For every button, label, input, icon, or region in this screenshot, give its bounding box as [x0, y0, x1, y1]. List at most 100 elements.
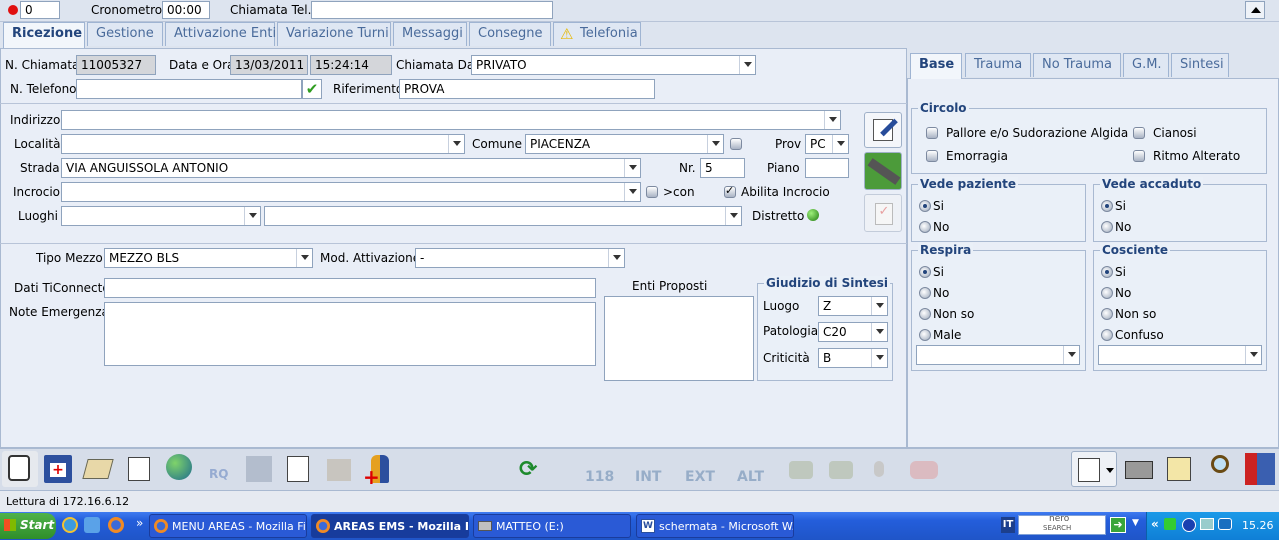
respira-nonso-radio[interactable]: [919, 308, 931, 320]
tipo-mezzo-select[interactable]: MEZZO BLS: [104, 248, 313, 268]
rq-button[interactable]: RQ: [201, 451, 237, 487]
tab-variazione-turni[interactable]: Variazione Turni: [277, 22, 391, 46]
chevron-down-icon[interactable]: [871, 323, 887, 341]
chevron-down-icon[interactable]: [871, 297, 887, 315]
tab-trauma[interactable]: Trauma: [965, 53, 1031, 77]
indirizzo-select[interactable]: [61, 110, 841, 130]
chevron-down-icon[interactable]: [1063, 346, 1079, 364]
write-report-button[interactable]: [1161, 451, 1197, 487]
document-search-button[interactable]: [281, 451, 317, 487]
cronometro-field[interactable]: 00:00: [162, 1, 210, 19]
luogo-select[interactable]: Z: [818, 296, 888, 316]
quicklaunch-more-icon[interactable]: »: [136, 516, 143, 530]
emorragia-checkbox[interactable]: [926, 150, 938, 162]
chevron-down-icon[interactable]: [832, 135, 848, 153]
comune-checkbox[interactable]: [730, 138, 742, 150]
language-indicator[interactable]: IT: [1001, 517, 1015, 533]
abilita-incrocio-checkbox[interactable]: [724, 184, 736, 198]
contacts-disabled-button[interactable]: [321, 451, 357, 487]
print-options-button[interactable]: [1071, 451, 1117, 487]
collapse-up-button[interactable]: [1245, 1, 1265, 19]
piano-field[interactable]: [805, 158, 849, 178]
refresh-button[interactable]: ⟳: [511, 451, 547, 487]
vede-paziente-no-radio[interactable]: [919, 221, 931, 233]
go-arrow-button[interactable]: ➜: [1110, 517, 1126, 533]
n-telefono-field[interactable]: [76, 79, 302, 99]
mod-attivazione-select[interactable]: -: [415, 248, 625, 268]
verify-check-icon[interactable]: ✔: [302, 79, 322, 99]
note-emergenza-textarea[interactable]: [104, 302, 596, 366]
tab-base[interactable]: Base: [910, 53, 962, 79]
incrocio-select[interactable]: [61, 182, 641, 202]
tray-monitor-icon[interactable]: [1200, 518, 1214, 530]
call-ext-button[interactable]: EXT: [681, 451, 717, 487]
edit-note-button[interactable]: [121, 451, 157, 487]
cosciente-select[interactable]: [1098, 345, 1262, 365]
counter-field[interactable]: 0: [20, 1, 60, 19]
tab-telefonia[interactable]: ⚠ Telefonia: [553, 22, 641, 46]
archive-button[interactable]: [80, 451, 116, 487]
phone-out-button[interactable]: [783, 451, 819, 487]
cosciente-si-radio[interactable]: [1101, 266, 1113, 278]
call-118-button[interactable]: 118: [581, 451, 617, 487]
tray-network-icon[interactable]: [1182, 518, 1196, 532]
pallore-checkbox[interactable]: [926, 127, 938, 139]
globe-button[interactable]: [161, 451, 197, 487]
operator-button[interactable]: [2, 451, 38, 487]
map-road-button[interactable]: [864, 152, 902, 190]
tab-messaggi[interactable]: Messaggi: [393, 22, 467, 46]
cosciente-nonso-radio[interactable]: [1101, 308, 1113, 320]
chevron-down-icon[interactable]: [608, 249, 624, 267]
chevron-down-icon[interactable]: [707, 135, 723, 153]
chiamata-tel-field[interactable]: [311, 1, 553, 19]
vede-accaduto-si-radio[interactable]: [1101, 200, 1113, 212]
call-alt-button[interactable]: ALT: [733, 451, 769, 487]
luoghi-select[interactable]: [61, 206, 261, 226]
nr-field[interactable]: 5: [700, 158, 745, 178]
chevron-down-icon[interactable]: [725, 207, 741, 225]
save-disabled-button[interactable]: [241, 451, 277, 487]
localita-select[interactable]: [61, 134, 465, 154]
printer-button[interactable]: [1121, 451, 1157, 487]
confirm-disabled-button[interactable]: ✓: [864, 194, 902, 232]
chevron-down-icon[interactable]: [824, 111, 840, 129]
tray-volume-icon[interactable]: [1218, 518, 1232, 530]
con-checkbox[interactable]: [646, 186, 658, 198]
tab-gm[interactable]: G.M.: [1123, 53, 1169, 77]
tab-attivazione-enti[interactable]: Attivazione Enti: [165, 22, 276, 46]
criticita-select[interactable]: B: [818, 348, 888, 368]
chevron-down-icon[interactable]: [448, 135, 464, 153]
strada-select[interactable]: VIA ANGUISSOLA ANTONIO: [61, 158, 641, 178]
cosciente-no-radio[interactable]: [1101, 287, 1113, 299]
tab-no-trauma[interactable]: No Trauma: [1033, 53, 1121, 77]
chevron-down-icon[interactable]: [296, 249, 312, 267]
phone-transfer-button[interactable]: [823, 451, 859, 487]
riferimento-field[interactable]: PROVA: [399, 79, 655, 99]
ie-icon[interactable]: [62, 517, 78, 533]
tab-gestione[interactable]: Gestione: [87, 22, 163, 46]
ritmo-alterato-checkbox[interactable]: [1133, 150, 1145, 162]
tab-consegne[interactable]: Consegne: [469, 22, 551, 46]
prov-select[interactable]: PC: [805, 134, 849, 154]
firefox-icon[interactable]: [108, 517, 124, 533]
tab-sintesi[interactable]: Sintesi: [1171, 53, 1229, 77]
nero-search-field[interactable]: nero SEARCH: [1018, 514, 1106, 535]
taskbar-item-areas-ems[interactable]: AREAS EMS - Mozilla F...: [311, 514, 469, 538]
chevron-down-icon[interactable]: [624, 183, 640, 201]
add-operator-button[interactable]: +: [361, 451, 397, 489]
luoghi-detail-select[interactable]: [264, 206, 742, 226]
enti-proposti-list[interactable]: [604, 296, 754, 381]
search-button[interactable]: [1201, 451, 1237, 487]
desktop-icon[interactable]: [84, 517, 100, 533]
phone-hangup-button[interactable]: [906, 451, 942, 487]
edit-address-button[interactable]: [864, 112, 902, 148]
vede-accaduto-no-radio[interactable]: [1101, 221, 1113, 233]
chevron-down-icon[interactable]: [871, 349, 887, 367]
taskbar-item-matteo[interactable]: MATTEO (E:): [473, 514, 631, 538]
cianosi-checkbox[interactable]: [1133, 127, 1145, 139]
tab-ricezione[interactable]: Ricezione: [3, 22, 85, 48]
respira-no-radio[interactable]: [919, 287, 931, 299]
taskbar-item-schermata[interactable]: Wschermata - Microsoft W...: [636, 514, 794, 538]
taskbar-item-menu-areas[interactable]: MENU AREAS - Mozilla Fir...: [149, 514, 307, 538]
respira-select[interactable]: [916, 345, 1080, 365]
